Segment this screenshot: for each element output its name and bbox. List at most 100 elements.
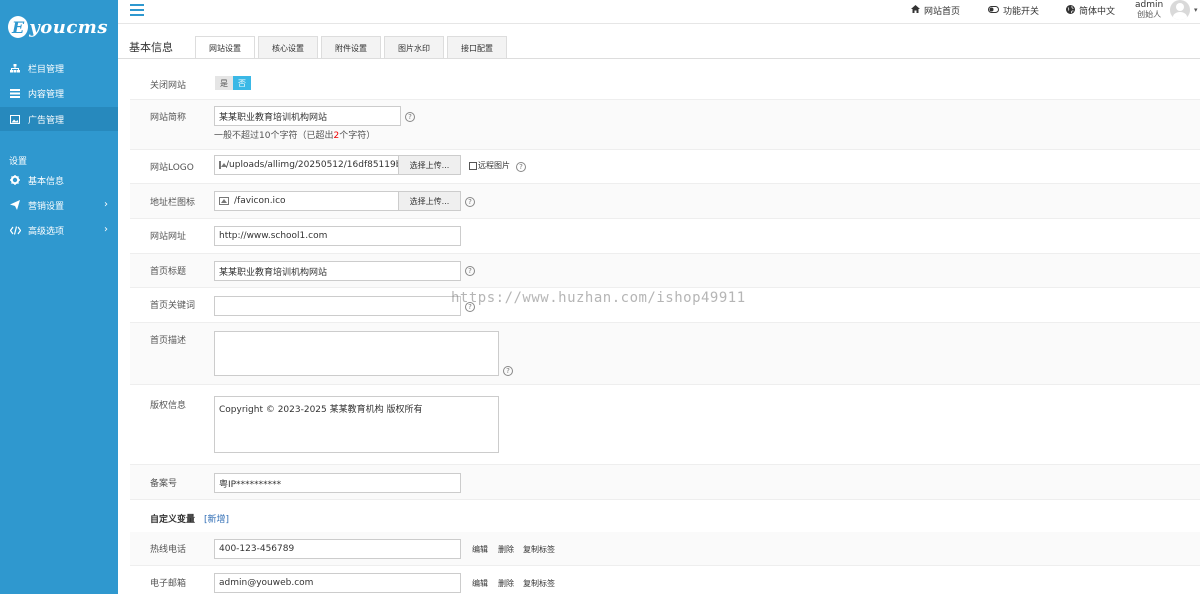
close-site-no[interactable]: 否 bbox=[233, 76, 251, 90]
sidebar-item-basic-info[interactable]: 基本信息 bbox=[0, 168, 118, 192]
gear-icon bbox=[9, 174, 21, 186]
caret-down-icon[interactable]: ▾ bbox=[1194, 6, 1198, 14]
copy-tag-button[interactable]: 复制标签 bbox=[523, 578, 555, 589]
site-url-label: 网站网址 bbox=[150, 232, 187, 242]
logo-text: youcms bbox=[29, 16, 108, 38]
list-icon bbox=[9, 87, 21, 99]
copyright-label: 版权信息 bbox=[150, 401, 187, 411]
logo-mark: E bbox=[8, 16, 29, 38]
hotline-input[interactable]: 400-123-456789 bbox=[214, 539, 461, 559]
logo[interactable]: E youcms bbox=[8, 12, 108, 42]
image-icon bbox=[9, 113, 21, 125]
site-name-input[interactable]: 某某职业教育培训机构网站 bbox=[214, 106, 401, 126]
hint-suffix: 个字符） bbox=[339, 131, 376, 141]
help-icon[interactable]: ? bbox=[405, 112, 415, 122]
tab-bar: 网站设置 核心设置 附件设置 图片水印 接口配置 bbox=[195, 36, 510, 59]
globe-icon bbox=[1066, 4, 1075, 17]
home-title-label: 首页标题 bbox=[150, 267, 187, 277]
tab-attachment-settings[interactable]: 附件设置 bbox=[321, 36, 381, 59]
home-desc-textarea[interactable] bbox=[214, 331, 499, 376]
topbar: 网站首页 功能开关 简体中文 admin 创始人 ▾ bbox=[118, 0, 1200, 24]
edit-button[interactable]: 编辑 bbox=[472, 544, 488, 555]
sidebar-item-marketing[interactable]: 营销设置 › bbox=[0, 193, 118, 217]
help-icon[interactable]: ? bbox=[465, 266, 475, 276]
tab-core-settings[interactable]: 核心设置 bbox=[258, 36, 318, 59]
top-link-language-label: 简体中文 bbox=[1079, 7, 1116, 17]
site-url-input[interactable]: http://www.school1.com bbox=[214, 226, 461, 246]
help-icon[interactable]: ? bbox=[503, 366, 513, 376]
chevron-right-icon: › bbox=[104, 199, 108, 210]
remote-image-label: 远程图片 bbox=[478, 161, 510, 170]
custom-vars-label: 自定义变量 bbox=[150, 515, 196, 525]
sidebar-item-label: 营销设置 bbox=[28, 201, 65, 212]
sidebar-item-label: 栏目管理 bbox=[28, 64, 65, 75]
home-keywords-input[interactable] bbox=[214, 296, 461, 316]
add-custom-var-link[interactable]: [新增] bbox=[204, 512, 229, 525]
logo-path-input[interactable]: /uploads/allimg/20250512/16df85119bea bbox=[214, 155, 400, 175]
menu-toggle-icon[interactable] bbox=[130, 4, 144, 18]
favicon-upload-button[interactable]: 选择上传... bbox=[398, 191, 461, 211]
image-icon bbox=[219, 197, 229, 205]
sidebar: E youcms 栏目管理 内容管理 广告管理 设置 基本信息 营销设置 › 高… bbox=[0, 0, 118, 594]
hint-prefix: 一般不超过10个字符（已超出 bbox=[214, 131, 334, 141]
email-input[interactable]: admin@youweb.com bbox=[214, 573, 461, 593]
sidebar-item-label: 广告管理 bbox=[28, 115, 65, 126]
sidebar-item-label: 高级选项 bbox=[28, 226, 65, 237]
sitemap-icon bbox=[9, 62, 21, 74]
chevron-right-icon: › bbox=[104, 224, 108, 235]
home-desc-label: 首页描述 bbox=[150, 336, 187, 346]
tab-api-config[interactable]: 接口配置 bbox=[447, 36, 507, 59]
user-info[interactable]: admin 创始人 bbox=[1135, 0, 1163, 20]
tab-site-settings[interactable]: 网站设置 bbox=[195, 36, 255, 59]
help-icon[interactable]: ? bbox=[516, 162, 526, 172]
close-site-label: 关闭网站 bbox=[150, 81, 187, 91]
copy-tag-button[interactable]: 复制标签 bbox=[523, 544, 555, 555]
user-role: 创始人 bbox=[1137, 10, 1162, 19]
watermark-text: https://www.huzhan.com/ishop49911 bbox=[451, 290, 746, 306]
image-icon bbox=[219, 161, 227, 169]
sidebar-heading-settings: 设置 bbox=[9, 157, 28, 167]
favicon-path-value: /favicon.ico bbox=[234, 196, 286, 206]
user-name: admin bbox=[1135, 0, 1164, 10]
logo-label: 网站LOGO bbox=[150, 163, 194, 173]
page-title: 基本信息 bbox=[129, 41, 173, 54]
help-icon[interactable]: ? bbox=[465, 197, 475, 207]
form-row-close-site: 关闭网站 bbox=[130, 66, 1200, 100]
paper-plane-icon bbox=[9, 199, 21, 211]
sidebar-item-content[interactable]: 内容管理 bbox=[0, 81, 118, 105]
code-icon bbox=[9, 224, 21, 236]
copyright-textarea[interactable]: Copyright © 2023-2025 某某教育机构 版权所有 bbox=[214, 396, 499, 453]
email-label: 电子邮箱 bbox=[150, 579, 187, 589]
top-link-features[interactable]: 功能开关 bbox=[988, 4, 1039, 17]
logo-upload-button[interactable]: 选择上传... bbox=[398, 155, 461, 175]
top-link-home[interactable]: 网站首页 bbox=[911, 4, 960, 17]
top-link-features-label: 功能开关 bbox=[1003, 7, 1040, 17]
edit-button[interactable]: 编辑 bbox=[472, 578, 488, 589]
favicon-path-input[interactable]: /favicon.ico bbox=[214, 191, 400, 211]
site-name-hint: 一般不超过10个字符（已超出2个字符） bbox=[214, 128, 375, 141]
close-site-yes[interactable]: 是 bbox=[215, 76, 233, 90]
checkbox[interactable] bbox=[469, 161, 477, 170]
sidebar-item-label: 内容管理 bbox=[28, 89, 65, 100]
home-title-input[interactable]: 某某职业教育培训机构网站 bbox=[214, 261, 461, 281]
close-site-toggle[interactable]: 是 否 bbox=[215, 76, 251, 90]
logo-path-value: /uploads/allimg/20250512/16df85119bea bbox=[226, 160, 400, 170]
home-icon bbox=[911, 5, 920, 16]
tabs-divider bbox=[118, 58, 1200, 59]
sidebar-item-ads[interactable]: 广告管理 bbox=[0, 107, 118, 131]
favicon-label: 地址栏图标 bbox=[150, 198, 196, 208]
sidebar-item-advanced[interactable]: 高级选项 › bbox=[0, 218, 118, 242]
delete-button[interactable]: 删除 bbox=[498, 578, 514, 589]
sidebar-item-label: 基本信息 bbox=[28, 176, 65, 187]
delete-button[interactable]: 删除 bbox=[498, 544, 514, 555]
avatar[interactable] bbox=[1170, 0, 1190, 20]
remote-image-checkbox[interactable]: 远程图片 bbox=[469, 160, 510, 171]
home-keywords-label: 首页关键词 bbox=[150, 301, 196, 311]
icp-input[interactable]: 粤IP********** bbox=[214, 473, 461, 493]
toggle-icon bbox=[988, 5, 999, 16]
tab-image-watermark[interactable]: 图片水印 bbox=[384, 36, 444, 59]
top-link-language[interactable]: 简体中文 bbox=[1066, 4, 1115, 17]
icp-label: 备案号 bbox=[150, 479, 178, 489]
site-name-label: 网站简称 bbox=[150, 113, 187, 123]
sidebar-item-columns[interactable]: 栏目管理 bbox=[0, 56, 118, 80]
